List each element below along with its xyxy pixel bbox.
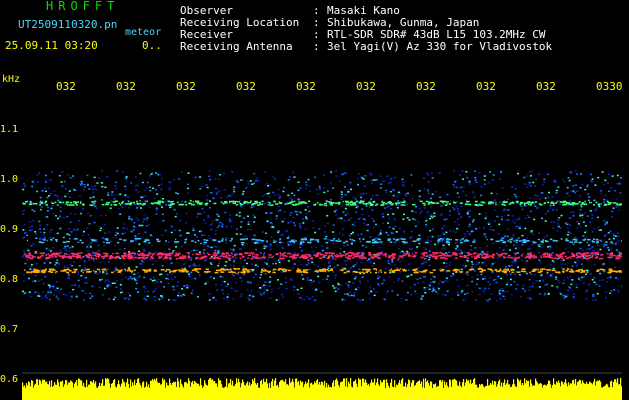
signal-band bbox=[24, 268, 622, 274]
field-antenna-value: 3el Yagi(V) Az 330 for Vladivostok bbox=[327, 40, 553, 53]
datetime-label: 25.09.11 03:20 bbox=[5, 39, 98, 52]
y-tick-label: 0.8 bbox=[0, 274, 19, 285]
tag-label: meteor bbox=[125, 27, 162, 38]
x-tick-label: 0330 bbox=[596, 80, 623, 93]
x-tick-label: 032 bbox=[296, 80, 316, 93]
x-tick-label: 032 bbox=[116, 80, 136, 93]
noise-field bbox=[22, 170, 622, 302]
x-tick-label: 032 bbox=[536, 80, 556, 93]
x-tick-label: 032 bbox=[176, 80, 196, 93]
x-tick-label: 032 bbox=[56, 80, 76, 93]
extra-label: 0.. bbox=[142, 39, 162, 52]
x-tick-label: 032 bbox=[416, 80, 436, 93]
y-tick-label: 1.0 bbox=[0, 174, 19, 185]
signal-band bbox=[24, 252, 622, 260]
x-tick-label: 032 bbox=[476, 80, 496, 93]
y-axis-unit: kHz bbox=[2, 74, 21, 85]
y-tick-label: 0.9 bbox=[0, 224, 19, 235]
y-tick-label: 0.6 bbox=[0, 374, 19, 385]
filename-label: UT2509110320.pn bbox=[18, 18, 118, 31]
y-tick-label: 0.7 bbox=[0, 324, 19, 335]
bottom-signal-strip bbox=[22, 378, 622, 400]
app-logo: HROFFT bbox=[46, 0, 120, 13]
spectrogram-chart bbox=[22, 170, 622, 400]
x-tick-label: 032 bbox=[236, 80, 256, 93]
field-antenna-label: Receiving Antenna bbox=[180, 40, 293, 53]
y-tick-label: 1.1 bbox=[0, 124, 19, 135]
x-tick-label: 032 bbox=[356, 80, 376, 93]
field-antenna-sep: : bbox=[313, 40, 320, 53]
